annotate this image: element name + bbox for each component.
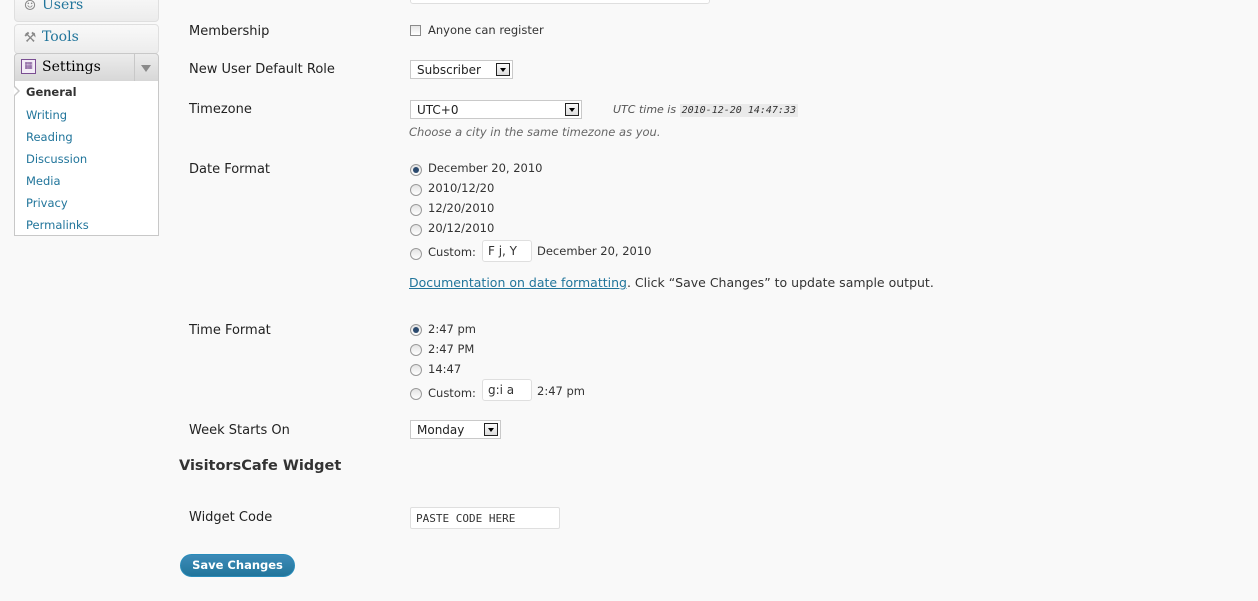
- time-format-radio-1[interactable]: [410, 324, 422, 336]
- week-start-value: Monday: [417, 423, 465, 437]
- time-format-radio-custom[interactable]: [410, 388, 422, 400]
- date-format-label: Date Format: [189, 162, 271, 177]
- menu-toggle-arrow[interactable]: [134, 54, 158, 81]
- menu-users-label: Users: [42, 0, 84, 13]
- date-doc-text: . Click “Save Changes” to update sample …: [626, 275, 934, 290]
- menu-tools-label: Tools: [42, 29, 79, 45]
- time-format-custom-input[interactable]: g:i a: [482, 379, 532, 401]
- submenu-writing[interactable]: Writing: [26, 108, 67, 122]
- menu-settings[interactable]: ▦ Settings: [14, 53, 159, 82]
- date-format-option-4: 20/12/2010: [428, 221, 495, 235]
- menu-users[interactable]: ☺ Users: [14, 0, 159, 22]
- utc-time-readout: UTC time is 2010-12-20 14:47:33: [613, 103, 798, 117]
- users-icon: ☺: [23, 0, 37, 14]
- submenu-media[interactable]: Media: [26, 174, 61, 188]
- time-format-custom-label: Custom:: [428, 386, 476, 400]
- anyone-can-register-checkbox[interactable]: [410, 25, 421, 36]
- date-format-custom-label: Custom:: [428, 245, 476, 259]
- default-role-label: New User Default Role: [189, 62, 335, 77]
- chevron-down-icon: [565, 103, 579, 116]
- default-role-value: Subscriber: [417, 63, 481, 77]
- date-format-custom-input[interactable]: F j, Y: [482, 240, 532, 262]
- admin-sidebar: ☺ Users ⚒ Tools ▦ Settings General Writi…: [0, 0, 160, 601]
- submenu-privacy[interactable]: Privacy: [26, 196, 68, 210]
- default-role-select[interactable]: Subscriber: [410, 60, 513, 79]
- utc-time-value: 2010-12-20 14:47:33: [679, 104, 798, 117]
- chevron-down-icon: [496, 63, 510, 76]
- date-format-radio-1[interactable]: [410, 164, 422, 176]
- current-item-marker: [14, 86, 20, 96]
- time-format-radio-2[interactable]: [410, 344, 422, 356]
- time-format-preview: 2:47 pm: [537, 384, 585, 398]
- tools-icon: ⚒: [23, 30, 37, 46]
- membership-label: Membership: [189, 24, 270, 39]
- utc-time-prefix: UTC time is: [613, 103, 677, 116]
- time-format-radio-3[interactable]: [410, 364, 422, 376]
- submenu-discussion[interactable]: Discussion: [26, 152, 87, 166]
- date-format-radio-custom[interactable]: [410, 248, 422, 260]
- date-doc-line: Documentation on date formatting. Click …: [409, 275, 934, 290]
- timezone-hint: Choose a city in the same timezone as yo…: [409, 125, 661, 139]
- timezone-label: Timezone: [189, 102, 252, 117]
- settings-icon: ▦: [21, 59, 36, 74]
- date-format-preview: December 20, 2010: [537, 244, 652, 258]
- menu-tools[interactable]: ⚒ Tools: [14, 24, 159, 54]
- widget-code-label: Widget Code: [189, 510, 273, 525]
- date-format-option-2: 2010/12/20: [428, 181, 495, 195]
- save-changes-button[interactable]: Save Changes: [180, 554, 295, 577]
- email-field[interactable]: [410, 0, 710, 4]
- date-format-option-1: December 20, 2010: [428, 161, 543, 175]
- timezone-value: UTC+0: [417, 103, 459, 117]
- date-format-custom-value: F j, Y: [488, 244, 518, 258]
- time-format-option-2: 2:47 PM: [428, 342, 475, 356]
- widget-code-input[interactable]: PASTE CODE HERE: [410, 507, 560, 529]
- week-start-select[interactable]: Monday: [410, 420, 501, 439]
- widget-code-value: PASTE CODE HERE: [416, 512, 516, 525]
- anyone-can-register-label: Anyone can register: [428, 23, 544, 37]
- time-format-option-1: 2:47 pm: [428, 322, 476, 336]
- date-format-option-3: 12/20/2010: [428, 201, 495, 215]
- widget-section-title: VisitorsCafe Widget: [179, 458, 342, 474]
- submenu-reading[interactable]: Reading: [26, 130, 73, 144]
- chevron-down-icon: [484, 423, 498, 436]
- settings-submenu: General Writing Reading Discussion Media…: [14, 81, 159, 236]
- submenu-general[interactable]: General: [26, 85, 77, 99]
- date-format-radio-3[interactable]: [410, 204, 422, 216]
- date-format-radio-2[interactable]: [410, 184, 422, 196]
- chevron-down-icon: [141, 65, 151, 72]
- date-doc-link[interactable]: Documentation on date formatting: [409, 275, 627, 290]
- submenu-permalinks[interactable]: Permalinks: [26, 218, 89, 232]
- week-start-label: Week Starts On: [189, 423, 290, 438]
- timezone-select[interactable]: UTC+0: [410, 100, 582, 119]
- date-format-radio-4[interactable]: [410, 224, 422, 236]
- time-format-label: Time Format: [189, 323, 271, 338]
- time-format-option-3: 14:47: [428, 362, 462, 376]
- time-format-custom-value: g:i a: [488, 383, 515, 397]
- menu-settings-label: Settings: [42, 59, 101, 75]
